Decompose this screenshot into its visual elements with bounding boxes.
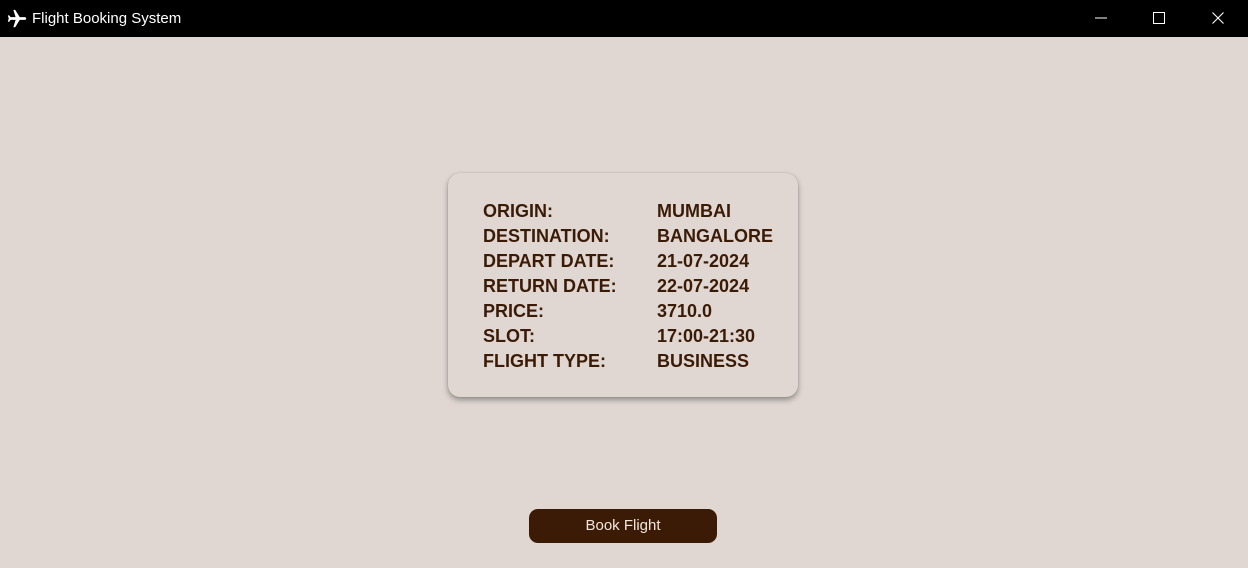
- detail-row-depart-date: DEPART DATE: 21-07-2024: [483, 249, 783, 274]
- detail-row-flight-type: FLIGHT TYPE: BUSINESS: [483, 349, 783, 374]
- origin-label: ORIGIN:: [483, 201, 553, 221]
- title-bar: Flight Booking System: [0, 0, 1248, 37]
- flight-type-label: FLIGHT TYPE:: [483, 351, 606, 371]
- slot-value: 17:00-21:30: [657, 326, 756, 346]
- price-label: PRICE:: [483, 301, 545, 321]
- price-value: 3710.0: [657, 301, 713, 321]
- detail-row-return-date: RETURN DATE: 22-07-2024: [483, 274, 783, 299]
- booking-summary-card: ORIGIN: MUMBAI DESTINATION: BANGALORE DE…: [448, 173, 798, 397]
- detail-row-price: PRICE: 3710.0: [483, 299, 783, 324]
- minimize-button[interactable]: [1072, 0, 1130, 37]
- app-window: Flight Booking System ORIGIN: MUMBAI DES…: [0, 0, 1248, 568]
- detail-row-slot: SLOT: 17:00-21:30: [483, 324, 783, 349]
- minimize-icon: [1095, 17, 1107, 19]
- maximize-icon: [1153, 12, 1165, 24]
- maximize-button[interactable]: [1130, 0, 1188, 37]
- close-icon: [1212, 12, 1224, 24]
- origin-value: MUMBAI: [657, 201, 731, 221]
- airplane-icon: [6, 8, 28, 30]
- booking-details-list: ORIGIN: MUMBAI DESTINATION: BANGALORE DE…: [483, 199, 783, 374]
- detail-row-destination: DESTINATION: BANGALORE: [483, 224, 783, 249]
- depart-date-label: DEPART DATE:: [483, 251, 615, 271]
- slot-label: SLOT:: [483, 326, 535, 346]
- close-button[interactable]: [1189, 0, 1247, 37]
- return-date-value: 22-07-2024: [657, 276, 750, 296]
- detail-row-origin: ORIGIN: MUMBAI: [483, 199, 783, 224]
- window-title: Flight Booking System: [32, 10, 182, 27]
- flight-type-value: BUSINESS: [657, 351, 750, 371]
- destination-label: DESTINATION:: [483, 226, 610, 246]
- return-date-label: RETURN DATE:: [483, 276, 617, 296]
- book-flight-button[interactable]: Book Flight: [529, 509, 717, 543]
- destination-value: BANGALORE: [657, 226, 773, 246]
- depart-date-value: 21-07-2024: [657, 251, 750, 271]
